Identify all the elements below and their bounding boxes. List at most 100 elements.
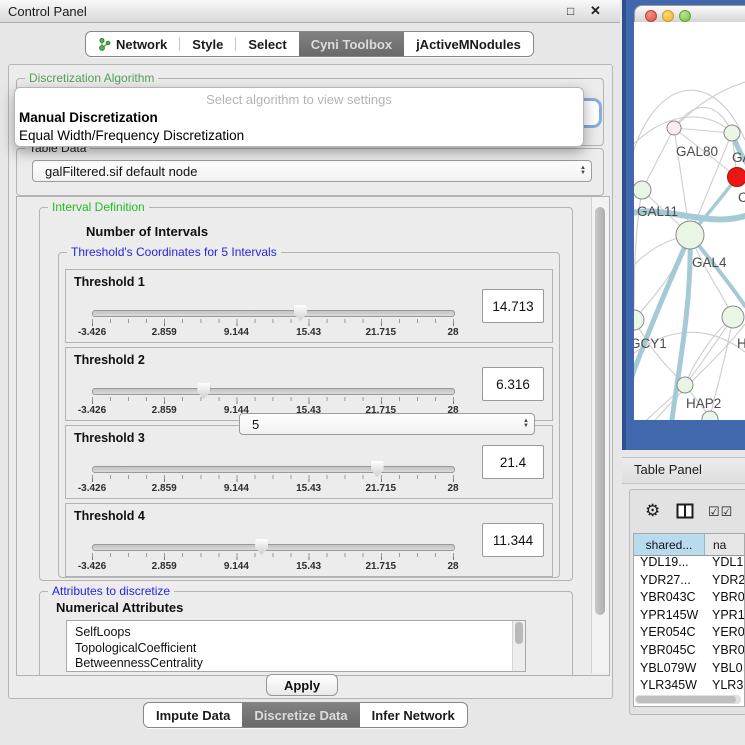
- apply-button[interactable]: Apply: [266, 674, 338, 696]
- table-column-header[interactable]: shared...: [634, 534, 705, 555]
- tick-label: 2.859: [152, 405, 177, 416]
- scrollbar-thumb[interactable]: [636, 696, 736, 703]
- panel-vertical-scrollbar[interactable]: [591, 197, 609, 673]
- table-row[interactable]: YBL079WYBL0: [634, 661, 745, 678]
- table-cell[interactable]: YBR0: [704, 643, 745, 660]
- desktop-edge: [622, 0, 626, 450]
- control-panel-tab-bar: NetworkStyleSelect Cyni Toolbox jActiveMNo…: [85, 31, 534, 57]
- scrollbar-thumb[interactable]: [515, 622, 523, 644]
- table-body: YDL19...YDL1YDR27...YDR2YBR043CYBR0YPR14…: [634, 555, 745, 695]
- algorithm-dropdown-hint: Select algorithm to view settings: [15, 88, 583, 109]
- table-cell[interactable]: YDR27...: [634, 573, 704, 590]
- table-row[interactable]: YER054CYER0: [634, 625, 745, 642]
- discretization-algorithm-group-title: Discretization Algorithm: [25, 71, 158, 85]
- threshold-value-input[interactable]: 6.316: [482, 367, 544, 401]
- tick-label: 28: [447, 561, 458, 572]
- bottom-tab-infer-network[interactable]: Infer Network: [360, 703, 467, 727]
- network-node-gal1[interactable]: [724, 125, 740, 141]
- network-node-gal80[interactable]: [667, 121, 681, 135]
- threshold-slider-track[interactable]: [92, 544, 455, 551]
- network-edge: [674, 82, 745, 128]
- table-cell[interactable]: YPR145W: [634, 608, 704, 625]
- network-node-gcy1[interactable]: [634, 310, 644, 330]
- tab-cyni-toolbox[interactable]: Cyni Toolbox: [299, 32, 404, 56]
- numerical-attribute-item[interactable]: BetweennessCentrality: [75, 656, 203, 671]
- tab-select[interactable]: Select: [236, 32, 298, 56]
- tab-jactivemnodules[interactable]: jActiveMNodules: [404, 32, 533, 56]
- numerical-attribute-item[interactable]: TopologicalCoefficient: [75, 641, 196, 656]
- table-row[interactable]: YLR345WYLR3: [634, 678, 745, 695]
- scrollbar-thumb[interactable]: [595, 207, 605, 615]
- checkbox-icons[interactable]: ☑☑: [708, 504, 733, 520]
- table-cell[interactable]: YER054C: [634, 625, 704, 642]
- threshold-value-input[interactable]: 14.713: [482, 289, 544, 323]
- number-of-intervals-combobox[interactable]: 5 ▲▼: [239, 413, 535, 435]
- network-view-canvas[interactable]: GAL80GAL1CGAL11GAL4GCY1HHAP2: [634, 22, 745, 420]
- table-row[interactable]: YBR045CYBR0: [634, 643, 745, 660]
- float-window-icon[interactable]: □: [567, 4, 585, 18]
- table-cell[interactable]: YBR0: [704, 590, 745, 607]
- tab-style[interactable]: Style: [180, 32, 235, 56]
- table-column-header[interactable]: na: [705, 534, 745, 555]
- table-row[interactable]: YDR27...YDR2: [634, 573, 745, 590]
- slider-minor-ticks: [92, 319, 454, 323]
- network-node-hap2[interactable]: [677, 377, 693, 393]
- attributes-to-discretize-group: Attributes to discretize Numerical Attri…: [39, 591, 573, 676]
- interval-definition-group: Interval Definition Number of Intervals …: [39, 207, 573, 581]
- table-data-combobox[interactable]: galFiltered.sif default node ▲▼: [32, 160, 592, 182]
- close-panel-icon[interactable]: ✕: [590, 3, 601, 19]
- attributes-list-scrollbar[interactable]: [512, 621, 525, 671]
- table-cell[interactable]: YDR2: [704, 573, 745, 590]
- table-header-row: shared... na: [634, 534, 745, 556]
- table-data-combobox-value: galFiltered.sif default node: [45, 164, 197, 179]
- close-traffic-light-icon[interactable]: [645, 10, 657, 22]
- zoom-traffic-light-icon[interactable]: [679, 10, 691, 22]
- table-row[interactable]: YPR145WYPR1: [634, 608, 745, 625]
- network-edge: [674, 128, 732, 133]
- tick-label: 2.859: [152, 483, 177, 494]
- network-node[interactable]: [702, 411, 718, 420]
- table-cell[interactable]: YBL0: [704, 661, 743, 678]
- numerical-attribute-item[interactable]: SelfLoops: [75, 625, 131, 640]
- bottom-tab-impute-data[interactable]: Impute Data: [144, 703, 242, 727]
- threshold-label: Threshold 1: [74, 275, 145, 289]
- table-cell[interactable]: YPR1: [704, 608, 745, 625]
- slider-minor-ticks: [92, 475, 454, 479]
- table-cell[interactable]: YBR045C: [634, 643, 704, 660]
- table-cell[interactable]: YDL1: [704, 555, 743, 572]
- table-horizontal-scrollbar[interactable]: [635, 695, 741, 704]
- threshold-slider-track[interactable]: [92, 466, 455, 473]
- bottom-tab-discretize-data[interactable]: Discretize Data: [242, 703, 359, 727]
- tab-network[interactable]: Network: [86, 32, 179, 56]
- table-row[interactable]: YBR043CYBR0: [634, 590, 745, 607]
- table-cell[interactable]: YER0: [704, 625, 745, 642]
- network-node-gal4[interactable]: [676, 221, 704, 249]
- network-node-c[interactable]: [728, 168, 745, 187]
- network-node-h[interactable]: [722, 306, 744, 328]
- table-cell[interactable]: YBR043C: [634, 590, 704, 607]
- table-cell[interactable]: YBL079W: [634, 661, 704, 678]
- minimize-traffic-light-icon[interactable]: [662, 10, 674, 22]
- algorithm-dropdown-popup: Select algorithm to view settings Manual…: [14, 87, 584, 147]
- network-node-gal11[interactable]: [634, 181, 651, 199]
- tab-label: Cyni Toolbox: [311, 37, 392, 52]
- network-node-label: GAL11: [637, 204, 678, 219]
- split-columns-icon[interactable]: [676, 503, 694, 524]
- threshold-value-input[interactable]: 21.4: [482, 445, 544, 479]
- interval-definition-group-title: Interval Definition: [48, 200, 149, 214]
- tick-label: -3.426: [78, 405, 106, 416]
- table-cell[interactable]: YLR345W: [634, 678, 704, 695]
- table-cell[interactable]: YDL19...: [634, 555, 704, 572]
- tick-label: 15.43: [296, 561, 321, 572]
- tick-label: 9.144: [224, 327, 249, 338]
- table-cell[interactable]: YLR3: [704, 678, 743, 695]
- table-row[interactable]: YDL19...YDL1: [634, 555, 745, 572]
- numerical-attributes-list[interactable]: SelfLoopsTopologicalCoefficientBetweenne…: [66, 620, 526, 672]
- algorithm-option-manual-discretization[interactable]: Manual Discretization: [15, 109, 583, 127]
- threshold-slider-track[interactable]: [92, 310, 455, 317]
- threshold-value-input[interactable]: 11.344: [482, 523, 544, 557]
- algorithm-option-equal-width-frequency-discretization[interactable]: Equal Width/Frequency Discretization: [15, 127, 583, 145]
- gear-icon[interactable]: ⚙: [645, 501, 660, 521]
- tick-label: 9.144: [224, 561, 249, 572]
- threshold-slider-track[interactable]: [92, 388, 455, 395]
